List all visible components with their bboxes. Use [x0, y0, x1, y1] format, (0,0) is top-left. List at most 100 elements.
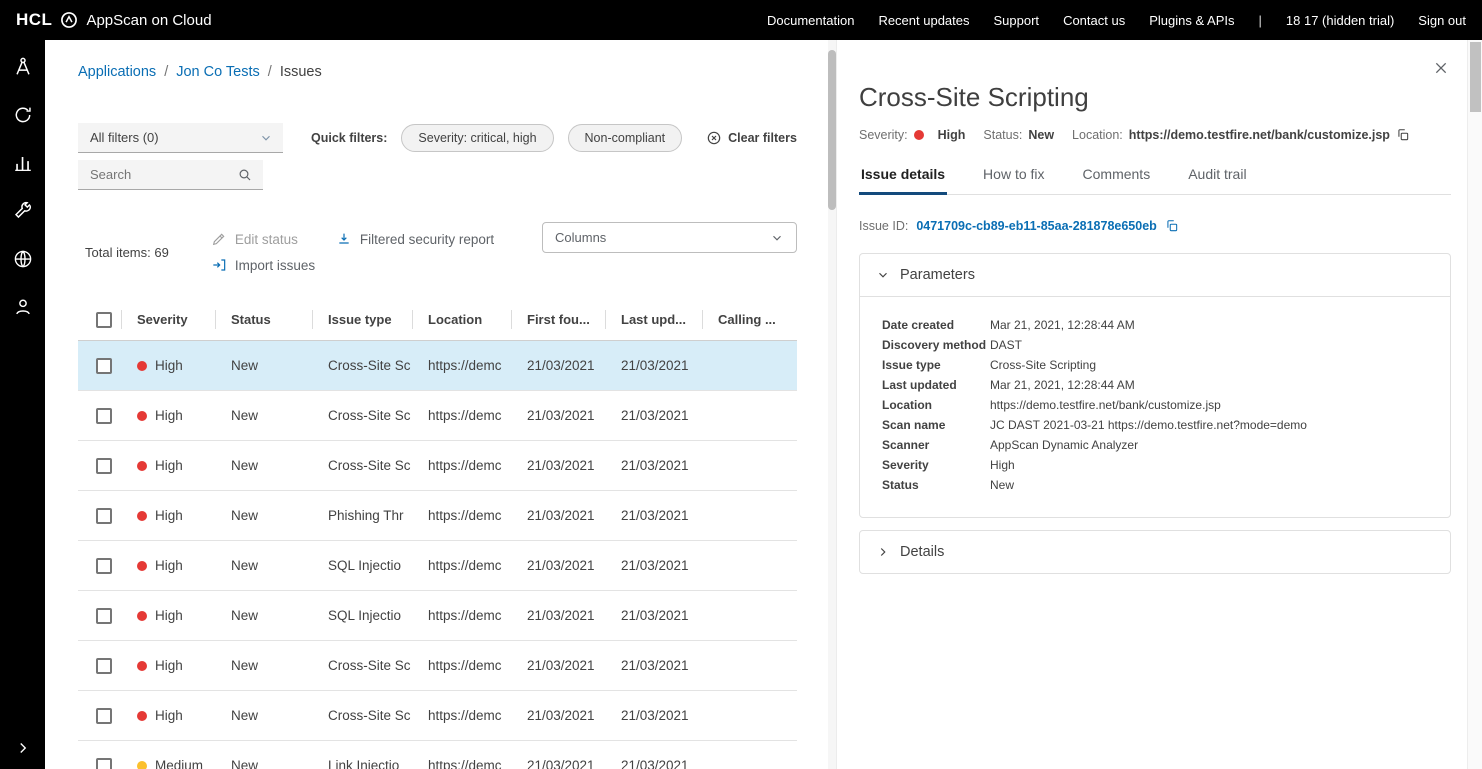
- last-updated-cell: 21/03/2021: [605, 441, 702, 490]
- row-checkbox[interactable]: [96, 708, 112, 724]
- issue-id-value[interactable]: 0471709c-cb89-eb11-85aa-281878e650eb: [916, 219, 1156, 233]
- brand[interactable]: HCL AppScan on Cloud: [16, 10, 212, 30]
- calling-cell: [702, 641, 797, 690]
- columns-label: Columns: [555, 230, 606, 245]
- pencil-icon: [211, 231, 227, 247]
- row-checkbox[interactable]: [96, 408, 112, 424]
- severity-dot: [137, 361, 147, 371]
- filtered-security-report-button[interactable]: Filtered security report: [336, 231, 494, 247]
- tab-issue-details[interactable]: Issue details: [859, 166, 947, 194]
- nav-contact-us[interactable]: Contact us: [1063, 13, 1125, 28]
- table-row[interactable]: High New Cross-Site Sc https://demc 21/0…: [78, 441, 797, 491]
- severity-label: High: [155, 608, 183, 623]
- appscan-logo-icon: [59, 10, 79, 30]
- page-scrollbar-thumb[interactable]: [1470, 42, 1481, 112]
- account-label[interactable]: 18 17 (hidden trial): [1286, 13, 1394, 28]
- last-updated-cell: 21/03/2021: [605, 391, 702, 440]
- sidebar-expand-button[interactable]: [14, 739, 32, 757]
- search-icon[interactable]: [237, 167, 253, 183]
- details-header[interactable]: Details: [860, 531, 1450, 573]
- location-cell: https://demc: [412, 441, 511, 490]
- nav-documentation[interactable]: Documentation: [767, 13, 854, 28]
- header-first-found[interactable]: First fou...: [511, 299, 605, 340]
- nav-support[interactable]: Support: [994, 13, 1040, 28]
- page-scrollbar: [1467, 40, 1482, 769]
- sidebar-item-tools[interactable]: [12, 200, 34, 222]
- row-checkbox[interactable]: [96, 358, 112, 374]
- tab-audit-trail[interactable]: Audit trail: [1186, 166, 1248, 194]
- row-checkbox[interactable]: [96, 758, 112, 769]
- parameter-value: High: [990, 455, 1015, 475]
- search-input[interactable]: [90, 167, 228, 182]
- header-status[interactable]: Status: [215, 299, 312, 340]
- copy-location-button[interactable]: [1396, 128, 1410, 142]
- table-row[interactable]: High New Phishing Thr https://demc 21/03…: [78, 491, 797, 541]
- parameter-value: Cross-Site Scripting: [990, 355, 1096, 375]
- clear-filters-icon: [706, 130, 722, 146]
- table-row[interactable]: High New SQL Injectio https://demc 21/03…: [78, 541, 797, 591]
- header-issue-type[interactable]: Issue type: [312, 299, 412, 340]
- table-row[interactable]: High New Cross-Site Sc https://demc 21/0…: [78, 391, 797, 441]
- status-label: Status:: [983, 128, 1022, 142]
- header-calling[interactable]: Calling ...: [702, 299, 797, 340]
- first-found-cell: 21/03/2021: [511, 641, 605, 690]
- chevron-down-icon: [770, 231, 784, 245]
- parameter-key: Location: [882, 395, 990, 415]
- header-last-updated[interactable]: Last upd...: [605, 299, 702, 340]
- table-row[interactable]: High New Cross-Site Sc https://demc 21/0…: [78, 641, 797, 691]
- calling-cell: [702, 691, 797, 740]
- list-scrollbar-thumb[interactable]: [828, 50, 836, 210]
- issue-type-cell: Link Injectio: [312, 741, 412, 769]
- columns-dropdown[interactable]: Columns: [542, 222, 797, 253]
- row-checkbox-cell: [78, 441, 121, 490]
- edit-status-button[interactable]: Edit status: [211, 231, 298, 247]
- table-row[interactable]: High New Cross-Site Sc https://demc 21/0…: [78, 341, 797, 391]
- parameters-body: Date created Mar 21, 2021, 12:28:44 AM D…: [860, 297, 1450, 517]
- table-row[interactable]: High New SQL Injectio https://demc 21/03…: [78, 591, 797, 641]
- all-filters-dropdown[interactable]: All filters (0): [78, 123, 283, 153]
- quick-filter-noncompliant-chip[interactable]: Non-compliant: [568, 124, 683, 152]
- location-cell: https://demc: [412, 541, 511, 590]
- header-location[interactable]: Location: [412, 299, 511, 340]
- clear-filters-label: Clear filters: [728, 131, 797, 145]
- details-card: Details: [859, 530, 1451, 574]
- bar-chart-icon: [12, 152, 34, 174]
- table-row[interactable]: Medium New Link Injectio https://demc 21…: [78, 741, 797, 769]
- close-panel-button[interactable]: [1433, 60, 1449, 76]
- severity-dot: [137, 611, 147, 621]
- parameters-header[interactable]: Parameters: [860, 254, 1450, 297]
- sidebar-item-scans[interactable]: [12, 104, 34, 126]
- sidebar-item-applications[interactable]: [12, 56, 34, 78]
- sidebar-item-profile[interactable]: [12, 296, 34, 318]
- parameter-row: Location https://demo.testfire.net/bank/…: [882, 395, 1434, 415]
- quick-filter-severity-chip[interactable]: Severity: critical, high: [401, 124, 553, 152]
- row-checkbox[interactable]: [96, 658, 112, 674]
- tab-how-to-fix[interactable]: How to fix: [981, 166, 1046, 194]
- import-issues-button[interactable]: Import issues: [211, 257, 315, 273]
- parameter-value: https://demo.testfire.net/bank/customize…: [990, 395, 1221, 415]
- location-cell: https://demc: [412, 491, 511, 540]
- location-cell: https://demc: [412, 641, 511, 690]
- row-checkbox-cell: [78, 341, 121, 390]
- sidebar-item-network[interactable]: [12, 248, 34, 270]
- first-found-cell: 21/03/2021: [511, 541, 605, 590]
- tab-comments[interactable]: Comments: [1081, 166, 1153, 194]
- row-checkbox[interactable]: [96, 558, 112, 574]
- nav-plugins-apis[interactable]: Plugins & APIs: [1149, 13, 1234, 28]
- status-cell: New: [215, 741, 312, 769]
- copy-issue-id-button[interactable]: [1165, 219, 1179, 233]
- row-checkbox[interactable]: [96, 458, 112, 474]
- table-row[interactable]: High New Cross-Site Sc https://demc 21/0…: [78, 691, 797, 741]
- nav-recent-updates[interactable]: Recent updates: [878, 13, 969, 28]
- issue-detail-panel: Cross-Site Scripting Severity: High Stat…: [836, 40, 1467, 769]
- sidebar-item-reports[interactable]: [12, 152, 34, 174]
- select-all-checkbox[interactable]: [96, 312, 112, 328]
- sign-out-button[interactable]: Sign out: [1418, 13, 1466, 28]
- clear-filters-button[interactable]: Clear filters: [706, 130, 797, 146]
- breadcrumb-jon-co-tests[interactable]: Jon Co Tests: [176, 64, 260, 80]
- header-severity[interactable]: Severity: [121, 299, 215, 340]
- parameter-row: Date created Mar 21, 2021, 12:28:44 AM: [882, 315, 1434, 335]
- breadcrumb-applications[interactable]: Applications: [78, 64, 156, 80]
- row-checkbox[interactable]: [96, 508, 112, 524]
- row-checkbox[interactable]: [96, 608, 112, 624]
